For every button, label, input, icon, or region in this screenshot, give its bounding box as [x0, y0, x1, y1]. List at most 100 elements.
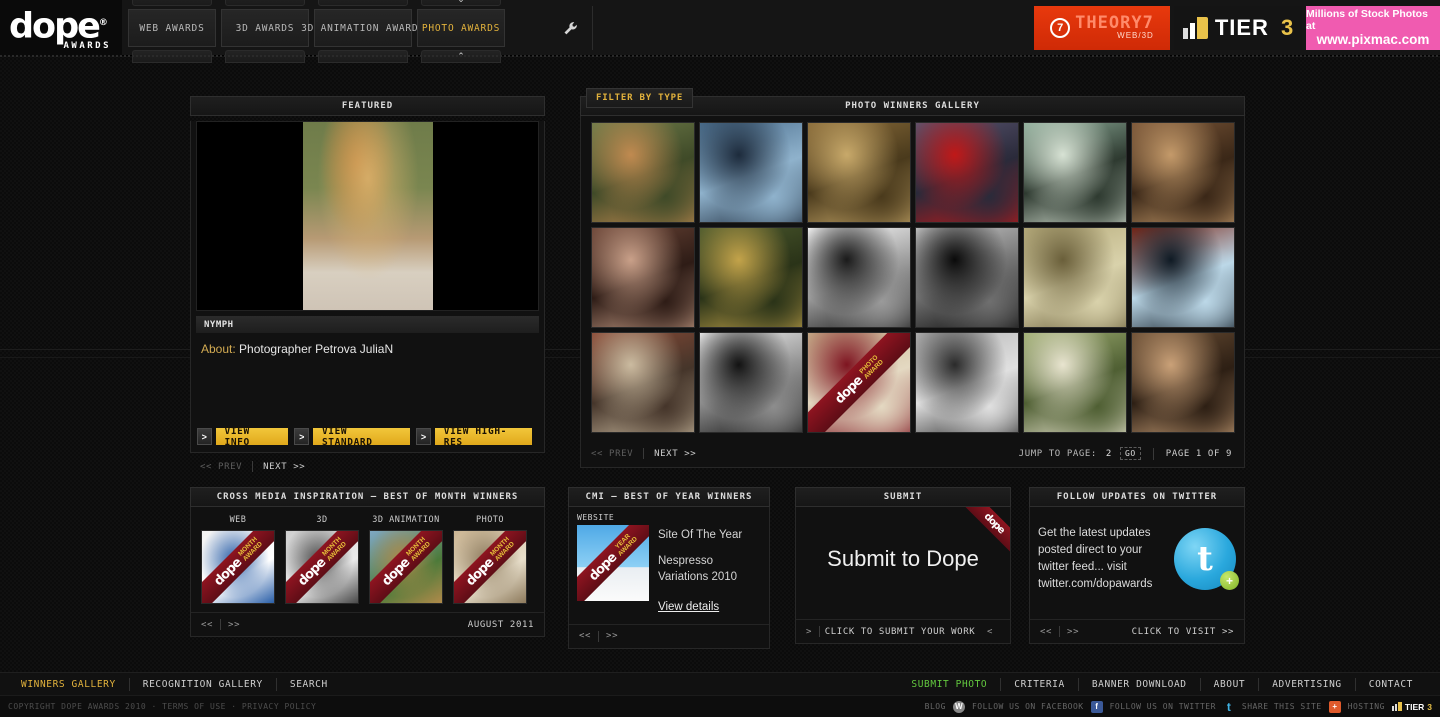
ribbon-dope-label: dope — [379, 555, 413, 589]
award-ribbon: dope MONTH AWARD — [202, 531, 274, 603]
twitter-bird-icon[interactable]: t + — [1174, 528, 1239, 590]
gallery-thumbnail-elephant-dust-award[interactable]: dope PHOTO AWARD — [806, 332, 911, 433]
registered-icon: ® — [98, 18, 108, 28]
nav-tab-3d-awards[interactable]: 3D AWARDS — [221, 0, 309, 63]
gallery-thumbnail-woman-portrait-warm[interactable] — [590, 227, 695, 328]
gallery-thumbnail-cattle-silhouette-bw[interactable] — [914, 227, 1019, 328]
footer-nav-item-advertising[interactable]: ADVERTISING — [1259, 679, 1355, 690]
jump-to-page-input[interactable]: 2 — [1106, 449, 1112, 459]
tier3-footer-logo[interactable]: TIER 3 — [1391, 702, 1432, 712]
pixmac-line2: www.pixmac.com — [1316, 32, 1430, 48]
featured-about-value: Photographer Petrova JuliaN — [235, 342, 394, 356]
theory7-logo-icon: 7 — [1050, 18, 1071, 38]
wordpress-icon[interactable]: W — [952, 700, 965, 713]
gallery-next-button[interactable]: NEXT >> — [654, 449, 696, 459]
cmi-prev-button[interactable]: << — [579, 631, 598, 641]
footer-nav-item-contact[interactable]: CONTACT — [1356, 679, 1426, 690]
featured-image-area[interactable] — [196, 121, 539, 311]
plus-icon[interactable]: + — [1220, 571, 1239, 590]
gallery-thumbnail-child-portrait-bw[interactable] — [698, 332, 803, 433]
nav-tab-label[interactable]: PHOTO AWARDS — [417, 9, 505, 47]
award-ribbon: dope YEAR AWARD — [577, 525, 649, 601]
cm-next-button[interactable]: >> — [221, 620, 247, 630]
view-high-res-button[interactable]: VIEW HIGH-RES — [434, 426, 533, 448]
gallery-thumbnail-two-men-doorway[interactable] — [590, 332, 695, 433]
footer-nav-item-winners-gallery[interactable]: WINNERS GALLERY — [8, 679, 129, 690]
nav-tab-web-awards[interactable]: WEB AWARDS — [128, 0, 216, 63]
gallery-thumbnail-surfer-wave[interactable] — [1022, 122, 1127, 223]
gallery-thumbnail-sepia-nude-figure[interactable] — [1022, 227, 1127, 328]
chevron-left-icon[interactable]: < — [980, 627, 1000, 637]
footer-nav-item-banner-download[interactable]: BANNER DOWNLOAD — [1079, 679, 1200, 690]
gallery-thumbnail-red-eyed-insect[interactable] — [914, 122, 1019, 223]
gallery-thumbnail-woman-white-dress-field[interactable] — [1022, 332, 1127, 433]
ribbon-dope-label: dope — [211, 555, 245, 589]
featured-photo-nymph[interactable] — [302, 122, 433, 310]
banner-theory7[interactable]: 7 THEORY7 WEB/3D — [1034, 6, 1170, 50]
footer-nav-item-criteria[interactable]: CRITERIA — [1001, 679, 1078, 690]
nav-tab-photo-awards[interactable]: ⌄ PHOTO AWARDS ⌃ — [417, 0, 505, 63]
view-standard-button[interactable]: VIEW STANDARD — [312, 426, 411, 448]
cross-media-thumbnail-3d-winner[interactable]: dope MONTH AWARD — [285, 530, 359, 604]
twitter-link[interactable]: FOLLOW US ON TWITTER — [1110, 702, 1216, 711]
cmi-year-content: WEBSITE dope YEAR AWARD Site Of The Year — [569, 507, 769, 616]
footer-nav-item-submit-photo[interactable]: SUBMIT PHOTO — [898, 679, 1000, 690]
cross-media-item-label: 3D ANIMATION — [372, 515, 440, 525]
nav-tab-label[interactable]: 3D AWARDS — [221, 9, 309, 47]
cross-media-thumbnail-photo-winner[interactable]: dope MONTH AWARD — [453, 530, 527, 604]
twitter-next-button[interactable]: >> — [1060, 627, 1086, 637]
featured-prev-button[interactable]: << PREV — [200, 462, 242, 472]
filter-by-type-button[interactable]: FILTER BY TYPE — [586, 88, 694, 108]
facebook-link[interactable]: FOLLOW US ON FACEBOOK — [972, 702, 1084, 711]
cross-media-month-body: WEB dope MONTH AWARD 3D dope MONTH AWARD 3D ANIM… — [190, 507, 545, 637]
hosting-link[interactable]: HOSTING — [1348, 702, 1385, 711]
footer-nav-item-recognition-gallery[interactable]: RECOGNITION GALLERY — [130, 679, 276, 690]
cross-media-thumbnail-web-winner[interactable]: dope MONTH AWARD — [201, 530, 275, 604]
go-button[interactable]: GO — [1119, 447, 1141, 460]
footer-nav: WINNERS GALLERY RECOGNITION GALLERY SEARCH… — [0, 672, 1440, 696]
gallery-thumbnail-gothic-woman-bw[interactable] — [806, 227, 911, 328]
banner-pixmac[interactable]: Millions of Stock Photos at www.pixmac.c… — [1306, 6, 1440, 50]
gallery-thumbnail-nymph-painting[interactable] — [590, 122, 695, 223]
nav-tab-label[interactable]: 3D ANIMATION AWARDS — [301, 9, 424, 47]
gallery-thumbnail-red-tunnel-arches[interactable] — [1130, 227, 1235, 328]
gallery-thumbnail-stag-deer[interactable] — [806, 122, 911, 223]
gallery-thumbnail-railway-tracks-bw[interactable] — [914, 332, 1019, 433]
gallery-thumbnail-brown-bear[interactable] — [1130, 122, 1235, 223]
footer-nav-item-search[interactable]: SEARCH — [277, 679, 341, 690]
share-link[interactable]: SHARE THIS SITE — [1242, 702, 1322, 711]
gallery-thumbnail-warplanes-flying[interactable] — [698, 227, 803, 328]
site-logo[interactable]: dope® AWARDS — [0, 0, 122, 56]
cmi-year-thumbnail[interactable]: dope YEAR AWARD — [577, 525, 649, 601]
featured-panel-body: nymph About: Photographer Petrova JuliaN… — [190, 121, 545, 453]
chevron-right-icon[interactable]: > — [806, 627, 819, 637]
chevron-right-icon[interactable]: > — [416, 428, 431, 445]
gallery-thumbnail-sea-swimmer[interactable] — [698, 122, 803, 223]
footer-nav-item-about[interactable]: ABOUT — [1201, 679, 1259, 690]
blog-link[interactable]: BLOG — [925, 702, 946, 711]
wrench-icon[interactable] — [558, 16, 584, 42]
gallery-prev-button[interactable]: << PREV — [591, 449, 633, 459]
facebook-icon[interactable]: f — [1090, 700, 1103, 713]
banner-tier3[interactable]: TIER 3 — [1174, 6, 1302, 50]
chevron-right-icon[interactable]: > — [197, 428, 212, 445]
twitter-icon[interactable]: t — [1223, 700, 1235, 714]
nav-tab-3d-animation-awards[interactable]: 3D ANIMATION AWARDS — [301, 0, 424, 63]
chevron-right-icon[interactable]: > — [294, 428, 309, 445]
featured-about: About: Photographer Petrova JuliaN — [191, 333, 544, 356]
cross-media-thumbnail-3d-animation-winner[interactable]: dope MONTH AWARD — [369, 530, 443, 604]
twitter-prev-button[interactable]: << — [1040, 627, 1059, 637]
submit-footer[interactable]: > CLICK TO SUBMIT YOUR WORK < — [796, 619, 1010, 643]
cmi-next-button[interactable]: >> — [599, 631, 625, 641]
view-info-button[interactable]: VIEW INFO — [215, 426, 289, 448]
tab-bottom-bar — [318, 50, 408, 63]
submit-work-button[interactable]: CLICK TO SUBMIT YOUR WORK — [820, 627, 980, 637]
gallery-thumbnail-woman-sculpted-hair[interactable] — [1130, 332, 1235, 433]
cm-prev-button[interactable]: << — [201, 620, 220, 630]
featured-next-button[interactable]: NEXT >> — [263, 462, 305, 472]
share-icon[interactable]: + — [1328, 700, 1341, 713]
submit-hero[interactable]: dope Submit to Dope — [796, 507, 1010, 611]
view-details-link[interactable]: View details — [658, 599, 719, 616]
twitter-visit-button[interactable]: CLICK TO VISIT >> — [1132, 627, 1234, 637]
nav-tab-label[interactable]: WEB AWARDS — [128, 9, 216, 47]
